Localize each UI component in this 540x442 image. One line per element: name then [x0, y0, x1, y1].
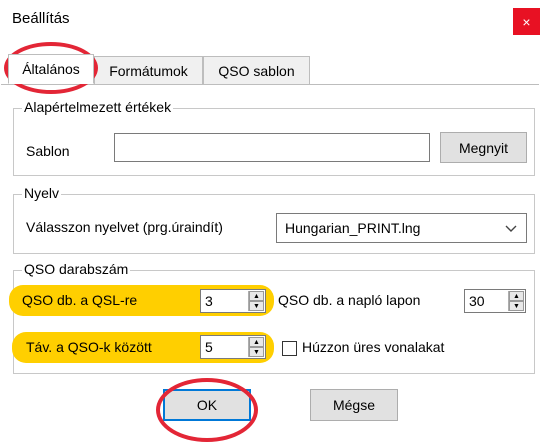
per-log-page-value: 30 — [469, 293, 485, 309]
spacing-stepper[interactable]: 5 ▲ ▼ — [200, 335, 266, 359]
tab-altalanos[interactable]: Általános — [8, 54, 94, 84]
spacing-label: Táv. a QSO-k között — [26, 339, 152, 355]
per-log-page-stepper[interactable]: 30 ▲ ▼ — [464, 289, 526, 313]
defaults-legend: Alapértelmezett értékek — [22, 99, 174, 115]
spin-up-icon[interactable]: ▲ — [249, 291, 264, 301]
per-log-page-label: QSO db. a napló lapon — [278, 292, 421, 308]
annotation-ring-ok — [156, 378, 258, 442]
per-qsl-value: 3 — [205, 293, 213, 309]
window-title: Beállítás — [12, 10, 70, 27]
cancel-button[interactable]: Mégse — [310, 389, 398, 421]
tab-label: Általános — [22, 61, 80, 77]
empty-lines-label[interactable]: Húzzon üres vonalakat — [302, 339, 444, 355]
cancel-button-label: Mégse — [332, 397, 376, 413]
close-icon: × — [522, 13, 531, 30]
spin-down-icon[interactable]: ▼ — [509, 301, 524, 311]
tab-formatumok[interactable]: Formátumok — [94, 56, 203, 84]
title-bar: Beállítás × — [0, 0, 540, 42]
tab-label: Formátumok — [109, 62, 188, 79]
qso-legend: QSO darabszám — [22, 261, 131, 277]
empty-lines-checkbox[interactable] — [282, 341, 297, 356]
template-input[interactable] — [114, 133, 430, 162]
template-label: Sablon — [26, 143, 70, 159]
tab-label: QSO sablon — [218, 62, 295, 79]
spin-up-icon[interactable]: ▲ — [509, 291, 524, 301]
language-select-value: Hungarian_PRINT.lng — [285, 220, 421, 236]
per-qsl-label: QSO db. a QSL-re — [22, 292, 138, 308]
language-select[interactable]: Hungarian_PRINT.lng — [276, 213, 527, 243]
close-button[interactable]: × — [513, 8, 540, 35]
spacing-value: 5 — [205, 339, 213, 355]
spin-down-icon[interactable]: ▼ — [249, 347, 264, 357]
open-button[interactable]: Megnyit — [440, 132, 527, 163]
language-prompt: Válasszon nyelvet (prg.úraindít) — [26, 219, 223, 235]
spin-down-icon[interactable]: ▼ — [249, 301, 264, 311]
open-button-label: Megnyit — [458, 139, 509, 156]
per-qsl-stepper[interactable]: 3 ▲ ▼ — [200, 289, 266, 313]
language-legend: Nyelv — [22, 185, 62, 201]
chevron-down-icon — [505, 225, 517, 232]
tab-qso-sablon[interactable]: QSO sablon — [203, 56, 310, 84]
spin-up-icon[interactable]: ▲ — [249, 337, 264, 347]
